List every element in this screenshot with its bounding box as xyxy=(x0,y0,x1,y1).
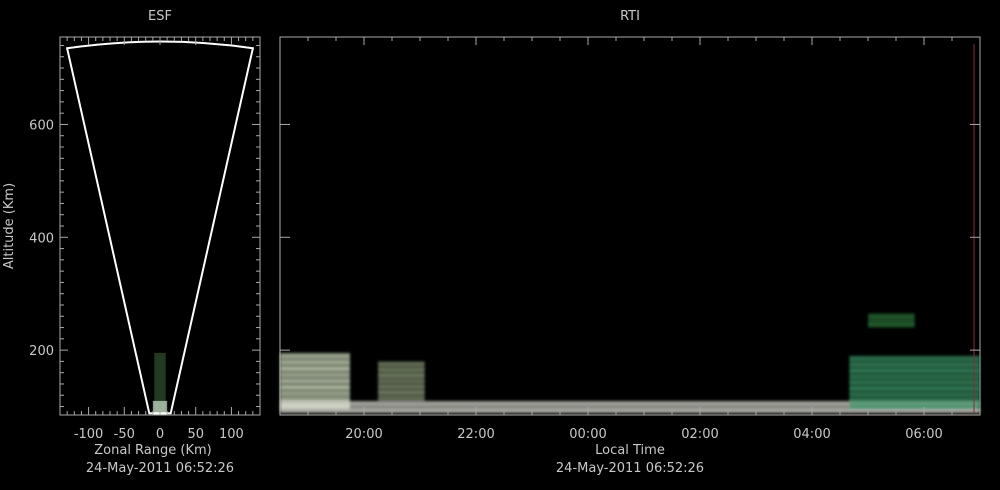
rti-panel: RTI 20:00 22:00 00:00 02:00 04:00 06:00 Local… xyxy=(279,9,981,476)
rti-echo-layer xyxy=(868,313,915,328)
rti-x-tick-label: 22:00 xyxy=(457,427,494,442)
rti-x-tick-label: 06:00 xyxy=(905,427,942,442)
rti-x-tick-label: 02:00 xyxy=(681,427,718,442)
esf-x-tick-label: -50 xyxy=(114,427,135,442)
esf-x-tick-label: 100 xyxy=(219,427,244,442)
figure: ESF -100 -50 0 50 100 200 400 600 Altitude (Km… xyxy=(2,9,981,476)
esf-y-tick-label: 200 xyxy=(29,344,54,359)
esf-panel: ESF -100 -50 0 50 100 200 400 600 Altitude (Km… xyxy=(2,9,261,476)
rti-x-tick-label: 20:00 xyxy=(345,427,382,442)
esf-x-tick-label: 0 xyxy=(156,427,164,442)
esf-echo-region xyxy=(152,352,168,415)
esf-title: ESF xyxy=(148,9,172,24)
esf-timestamp: 24-May-2011 06:52:26 xyxy=(86,461,234,476)
esf-x-axis-label: Zonal Range (Km) xyxy=(94,443,211,458)
rti-x-tick-label: 04:00 xyxy=(793,427,830,442)
esf-y-tick-label: 600 xyxy=(29,118,54,133)
esf-y-tick-label: 400 xyxy=(29,231,54,246)
rti-x-axis-label: Local Time xyxy=(595,443,665,458)
rti-title: RTI xyxy=(620,9,640,24)
esf-x-tick-label: 50 xyxy=(187,427,204,442)
rti-timestamp: 24-May-2011 06:52:26 xyxy=(556,461,704,476)
esf-x-tick-label: -100 xyxy=(74,427,104,442)
esf-y-axis-label: Altitude (Km) xyxy=(2,183,17,269)
rti-x-tick-label: 00:00 xyxy=(569,427,606,442)
